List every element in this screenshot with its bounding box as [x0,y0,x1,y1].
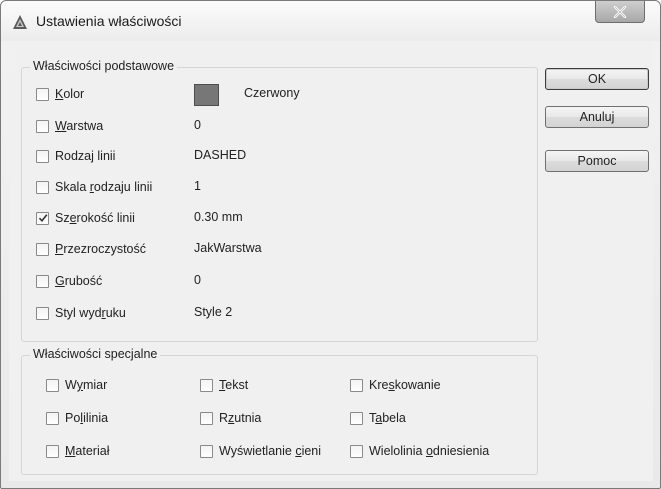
basic-property-row[interactable]: Kolor [36,85,84,103]
checkbox[interactable] [36,149,49,163]
checkbox-label: Materiał [65,444,110,458]
basic-property-row[interactable]: Przezroczystość [36,240,146,258]
checkbox[interactable] [36,274,49,288]
special-property-row[interactable]: Materiał [46,442,109,460]
special-property-row[interactable]: Tabela [350,409,406,427]
basic-property-row[interactable]: Szerokość linii [36,209,135,227]
checkbox-label: Tabela [369,411,406,425]
checkbox-label: Rodzaj linii [55,149,116,163]
checkbox[interactable] [200,444,213,458]
checkbox-label: Przezroczystość [55,242,146,256]
checkbox-label: Wymiar [65,378,108,392]
autocad-a-icon [13,15,27,29]
basic-properties-title: Właściwości podstawowe [30,59,178,73]
special-property-row[interactable]: Wyświetlanie cieni [200,442,321,460]
checkbox-label: Warstwa [55,119,104,133]
property-value: 0 [194,118,201,132]
checkbox[interactable] [36,306,49,320]
checkbox-label: Wyświetlanie cieni [219,444,322,458]
checkmark-icon [38,213,48,222]
basic-property-row[interactable]: Grubość [36,272,102,290]
checkbox-label: Kreskowanie [369,378,441,392]
checkbox-label: Kolor [55,87,85,101]
checkbox-label: Rzutnia [219,411,262,425]
property-value: Czerwony [244,86,300,100]
property-value: 1 [194,179,201,193]
checkbox-label: Tekst [219,378,249,392]
property-value: DASHED [194,148,247,162]
checkbox-label: Szerokość linii [55,211,135,225]
basic-property-row[interactable]: Warstwa [36,117,103,135]
close-button[interactable] [595,1,645,23]
special-property-row[interactable]: Polilinia [46,409,108,427]
cancel-button[interactable]: Anuluj [545,106,649,128]
basic-property-row[interactable]: Skala rodzaju linii [36,178,152,196]
checkbox[interactable] [350,444,363,458]
basic-property-row[interactable]: Rodzaj linii [36,147,115,165]
checkbox[interactable] [200,411,213,425]
basic-property-row[interactable]: Styl wydruku [36,304,126,322]
help-button[interactable]: Pomoc [545,150,649,172]
checkbox-label: Styl wydruku [55,306,126,320]
checkbox[interactable] [350,378,363,392]
checkbox[interactable] [46,444,59,458]
basic-properties-group: Właściwości podstawowe Kolor Czerwony Wars… [21,59,538,342]
checkbox-label: Polilinia [65,411,109,425]
special-properties-group: Właściwości specjalne Wymiar Tekst Kreskow… [21,347,538,475]
checkbox[interactable] [36,87,49,101]
checkbox-checked[interactable] [36,211,49,225]
special-properties-title: Właściwości specjalne [30,347,161,361]
property-value: JakWarstwa [194,241,262,255]
window-title: Ustawienia właściwości [36,13,182,29]
dialog-client-area: Właściwości podstawowe Kolor Czerwony Wars… [9,43,653,481]
checkbox[interactable] [200,378,213,392]
properties-dialog: Ustawienia właściwości Właściwości podst… [0,0,661,489]
special-property-row[interactable]: Tekst [200,376,248,394]
special-property-row[interactable]: Wymiar [46,376,107,394]
close-x-icon [613,5,627,18]
title-bar[interactable]: Ustawienia właściwości [1,1,660,41]
checkbox[interactable] [46,411,59,425]
checkbox[interactable] [46,378,59,392]
checkbox-label: Grubość [55,274,103,288]
color-swatch [194,84,219,106]
checkbox[interactable] [36,119,49,133]
property-value: 0 [194,273,201,287]
property-value: 0.30 mm [194,210,243,224]
special-property-row[interactable]: Rzutnia [200,409,261,427]
ok-button[interactable]: OK [545,68,649,90]
property-value: Style 2 [194,305,233,319]
checkbox[interactable] [350,411,363,425]
special-property-row[interactable]: Kreskowanie [350,376,441,394]
checkbox-label: Wielolinia odniesienia [369,444,490,458]
checkbox[interactable] [36,242,49,256]
checkbox[interactable] [36,180,49,194]
special-property-row[interactable]: Wielolinia odniesienia [350,442,489,460]
checkbox-label: Skala rodzaju linii [55,180,153,194]
